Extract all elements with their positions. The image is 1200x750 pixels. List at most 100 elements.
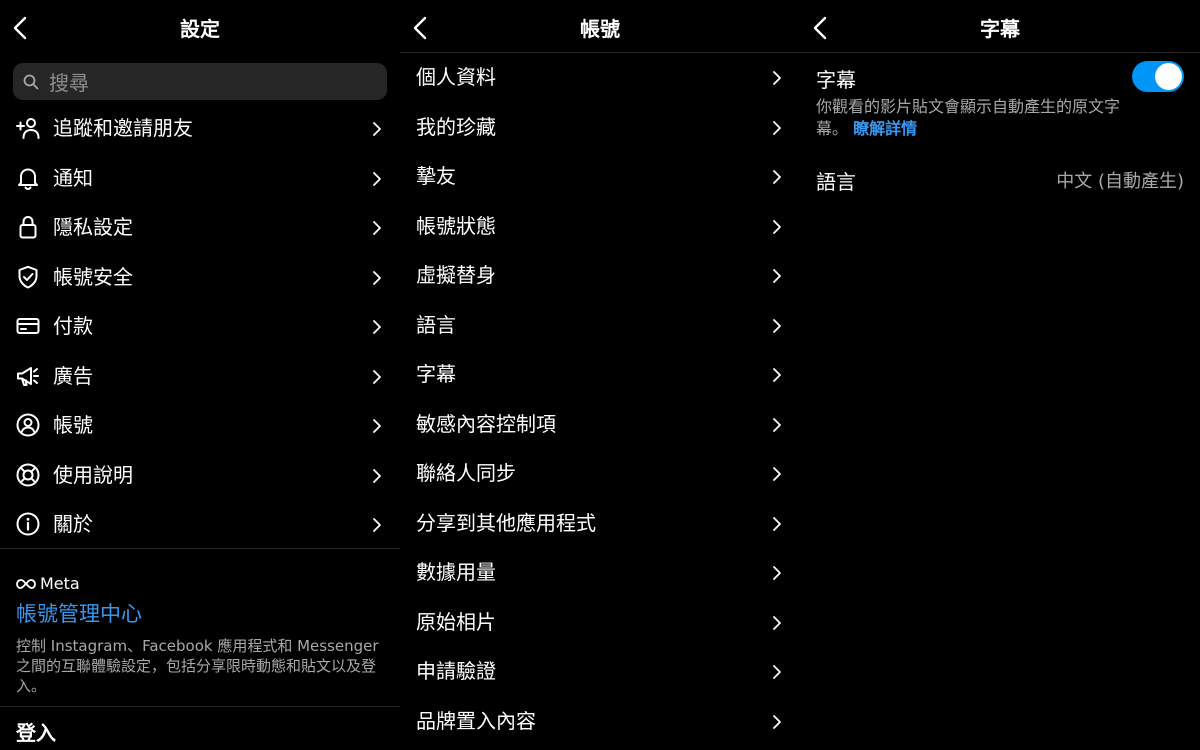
settings-item-label: 使用說明 bbox=[53, 462, 133, 487]
account-item-label: 敏感內容控制項 bbox=[416, 411, 556, 436]
account-item-language[interactable]: 語言 bbox=[400, 301, 800, 351]
bell-icon bbox=[18, 168, 38, 190]
account-item-original-photos[interactable]: 原始相片 bbox=[400, 598, 800, 648]
account-item-label: 虛擬替身 bbox=[416, 263, 496, 287]
lock-icon bbox=[19, 215, 37, 239]
chevron-right-icon bbox=[773, 417, 781, 432]
account-item-label: 帳號狀態 bbox=[416, 213, 496, 238]
chevron-right-icon bbox=[373, 221, 381, 235]
account-item-status[interactable]: 帳號狀態 bbox=[400, 202, 800, 252]
add-person-icon bbox=[16, 118, 40, 139]
settings-item-ads[interactable]: 廣告 bbox=[0, 352, 400, 402]
chevron-right-icon bbox=[773, 269, 781, 283]
chevron-right-icon bbox=[773, 615, 781, 630]
account-circle-icon bbox=[16, 413, 40, 437]
search-box[interactable] bbox=[13, 63, 387, 102]
settings-item-account[interactable]: 帳號 bbox=[0, 401, 400, 451]
account-item-saved[interactable]: 我的珍藏 bbox=[400, 103, 800, 153]
settings-item-label: 追蹤和邀請朋友 bbox=[53, 116, 193, 140]
account-item-label: 個人資料 bbox=[416, 65, 496, 89]
account-item-profile[interactable]: 個人資料 bbox=[400, 53, 800, 103]
chevron-right-icon bbox=[773, 467, 781, 481]
chevron-right-icon bbox=[773, 368, 781, 382]
meta-infinity-icon bbox=[16, 579, 36, 589]
settings-item-payments[interactable]: 付款 bbox=[0, 302, 400, 352]
chevron-right-icon bbox=[773, 714, 781, 729]
accounts-center-description: 控制 Instagram、Facebook 應用程式和 Messenger 之間… bbox=[16, 637, 379, 695]
account-item-label: 我的珍藏 bbox=[416, 114, 496, 139]
chevron-right-icon bbox=[773, 71, 781, 85]
chevron-right-icon bbox=[773, 516, 781, 531]
screens: 設定 追蹤和邀請朋友 bbox=[0, 0, 1200, 750]
section-divider bbox=[0, 548, 400, 549]
lifebuoy-icon bbox=[16, 463, 40, 486]
settings-item-label: 隱私設定 bbox=[53, 215, 133, 239]
captions-toggle[interactable] bbox=[1132, 61, 1184, 92]
settings-item-privacy[interactable]: 隱私設定 bbox=[0, 203, 400, 253]
account-item-avatar[interactable]: 虛擬替身 bbox=[400, 251, 800, 301]
account-item-request-verification[interactable]: 申請驗證 bbox=[400, 647, 800, 697]
learn-more-link[interactable]: 瞭解詳情 bbox=[853, 119, 917, 138]
search-input[interactable] bbox=[47, 63, 371, 102]
settings-item-notifications[interactable]: 通知 bbox=[0, 154, 400, 204]
account-item-captions[interactable]: 字幕 bbox=[400, 350, 800, 400]
section-divider bbox=[0, 706, 400, 707]
captions-pane: 字幕 字幕 你觀看的影片貼文會顯示自動產生的原文字幕。 瞭解詳情 語言 中文 (… bbox=[800, 0, 1200, 750]
meta-accounts-center-section: Meta 帳號管理中心 控制 Instagram、Facebook 應用程式和 … bbox=[16, 574, 386, 696]
page-title: 帳號 bbox=[580, 17, 620, 41]
chevron-right-icon bbox=[373, 122, 381, 136]
settings-item-label: 廣告 bbox=[53, 363, 93, 388]
chevron-right-icon bbox=[773, 170, 781, 184]
account-item-share-to-apps[interactable]: 分享到其他應用程式 bbox=[400, 499, 800, 549]
chevron-right-icon bbox=[373, 419, 381, 433]
settings-item-label: 帳號 bbox=[53, 413, 93, 437]
account-item-sensitive-content[interactable]: 敏感內容控制項 bbox=[400, 400, 800, 450]
header-divider bbox=[800, 52, 1200, 53]
chevron-right-icon bbox=[773, 566, 781, 580]
login-button[interactable]: 登入 bbox=[16, 719, 56, 747]
settings-item-label: 付款 bbox=[53, 314, 93, 338]
search-icon bbox=[23, 74, 39, 90]
settings-item-label: 關於 bbox=[53, 512, 93, 536]
captions-language-row[interactable]: 語言 中文 (自動產生) bbox=[800, 160, 1200, 204]
chevron-right-icon bbox=[373, 171, 381, 186]
info-icon bbox=[16, 512, 40, 536]
chevron-right-icon bbox=[373, 369, 381, 384]
page-title: 設定 bbox=[180, 17, 220, 41]
settings-item-follow-invite[interactable]: 追蹤和邀請朋友 bbox=[0, 104, 400, 154]
chevron-right-icon bbox=[373, 270, 381, 285]
settings-item-about[interactable]: 關於 bbox=[0, 500, 400, 550]
account-list: 個人資料 我的珍藏 摯友 帳號狀態 虛擬替身 語言 字幕 敏感內容控制項 聯絡人… bbox=[400, 53, 800, 746]
accounts-center-link[interactable]: 帳號管理中心 bbox=[16, 600, 386, 628]
captions-header: 字幕 bbox=[800, 0, 1200, 52]
account-item-data-usage[interactable]: 數據用量 bbox=[400, 548, 800, 598]
account-item-label: 分享到其他應用程式 bbox=[416, 510, 596, 535]
account-item-label: 原始相片 bbox=[416, 609, 496, 634]
chevron-right-icon bbox=[773, 665, 781, 679]
settings-item-help[interactable]: 使用說明 bbox=[0, 451, 400, 501]
account-item-close-friends[interactable]: 摯友 bbox=[400, 152, 800, 202]
captions-toggle-label: 字幕 bbox=[816, 68, 856, 92]
account-header: 帳號 bbox=[400, 0, 800, 52]
chevron-right-icon bbox=[373, 320, 381, 334]
language-label: 語言 bbox=[816, 170, 856, 194]
settings-pane: 設定 追蹤和邀請朋友 bbox=[0, 0, 400, 750]
account-item-label: 聯絡人同步 bbox=[416, 461, 516, 485]
account-item-contacts-sync[interactable]: 聯絡人同步 bbox=[400, 449, 800, 499]
page-title: 字幕 bbox=[980, 17, 1020, 41]
megaphone-icon bbox=[17, 366, 39, 386]
settings-item-security[interactable]: 帳號安全 bbox=[0, 253, 400, 303]
account-item-label: 數據用量 bbox=[416, 560, 496, 584]
chevron-right-icon bbox=[773, 219, 781, 234]
language-value: 中文 (自動產生) bbox=[1056, 171, 1184, 192]
account-item-label: 語言 bbox=[416, 312, 456, 337]
meta-logo: Meta bbox=[16, 574, 386, 594]
toggle-knob bbox=[1155, 63, 1182, 90]
account-item-branded-content[interactable]: 品牌置入內容 bbox=[400, 697, 800, 747]
settings-item-label: 帳號安全 bbox=[53, 264, 133, 289]
captions-description: 你觀看的影片貼文會顯示自動產生的原文字幕。 瞭解詳情 bbox=[816, 96, 1126, 140]
settings-list: 追蹤和邀請朋友 通知 隱私設定 帳號安全 付款 廣告 帳號 使用說明 關於 bbox=[0, 104, 400, 550]
credit-card-icon bbox=[16, 318, 40, 334]
chevron-right-icon bbox=[773, 120, 781, 135]
shield-check-icon bbox=[18, 265, 38, 288]
